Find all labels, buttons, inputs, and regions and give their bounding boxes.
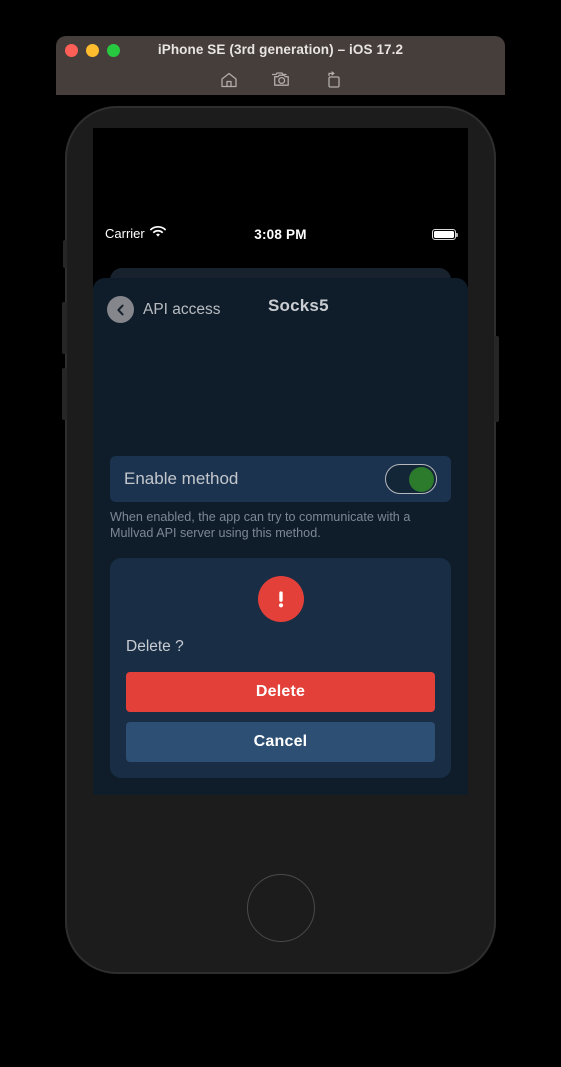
navigation-bar: API access Socks5: [93, 278, 468, 340]
enable-method-label: Enable method: [124, 469, 239, 488]
method-description: When enabled, the app can try to communi…: [110, 510, 411, 540]
delete-confirmation-alert: Delete ? Delete Cancel: [110, 558, 451, 778]
power-button[interactable]: [494, 336, 499, 422]
screenshot-icon[interactable]: [270, 69, 292, 91]
ios-status-bar: Carrier 3:08 PM: [93, 226, 468, 248]
home-icon[interactable]: [218, 69, 240, 91]
battery-icon: [432, 229, 458, 240]
simulator-window: iPhone SE (3rd generation) – iOS 17.2: [56, 36, 505, 95]
alert-exclamation-icon: [257, 576, 304, 622]
rotate-icon[interactable]: [322, 69, 344, 91]
page-title: Socks5: [268, 296, 329, 315]
volume-up-button[interactable]: [62, 302, 67, 354]
simulator-toolbar: [56, 66, 505, 94]
delete-button[interactable]: Delete: [126, 672, 435, 712]
status-bar-clock: 3:08 PM: [254, 227, 307, 242]
back-button[interactable]: API access: [107, 296, 221, 323]
volume-down-button[interactable]: [62, 368, 67, 420]
enable-method-row[interactable]: Enable method: [110, 456, 451, 502]
silent-switch[interactable]: [63, 240, 67, 268]
window-titlebar: iPhone SE (3rd generation) – iOS 17.2: [56, 36, 505, 66]
app-sheet: API access Socks5 Enable method When ena…: [93, 278, 468, 795]
cancel-button[interactable]: Cancel: [126, 722, 435, 762]
home-button[interactable]: [246, 874, 315, 942]
device-screen: Carrier 3:08 PM API access Socks5 Enable…: [93, 128, 468, 795]
alert-message: Delete ?: [126, 638, 184, 655]
toggle-knob: [409, 467, 434, 492]
iphone-device-frame: Carrier 3:08 PM API access Socks5 Enable…: [62, 106, 499, 974]
chevron-left-icon: [107, 296, 134, 323]
back-button-label: API access: [143, 300, 221, 318]
alert-icon-container: [126, 576, 435, 622]
enable-method-toggle[interactable]: [385, 464, 437, 494]
status-bar-right: [432, 229, 458, 240]
window-title: iPhone SE (3rd generation) – iOS 17.2: [157, 42, 404, 57]
